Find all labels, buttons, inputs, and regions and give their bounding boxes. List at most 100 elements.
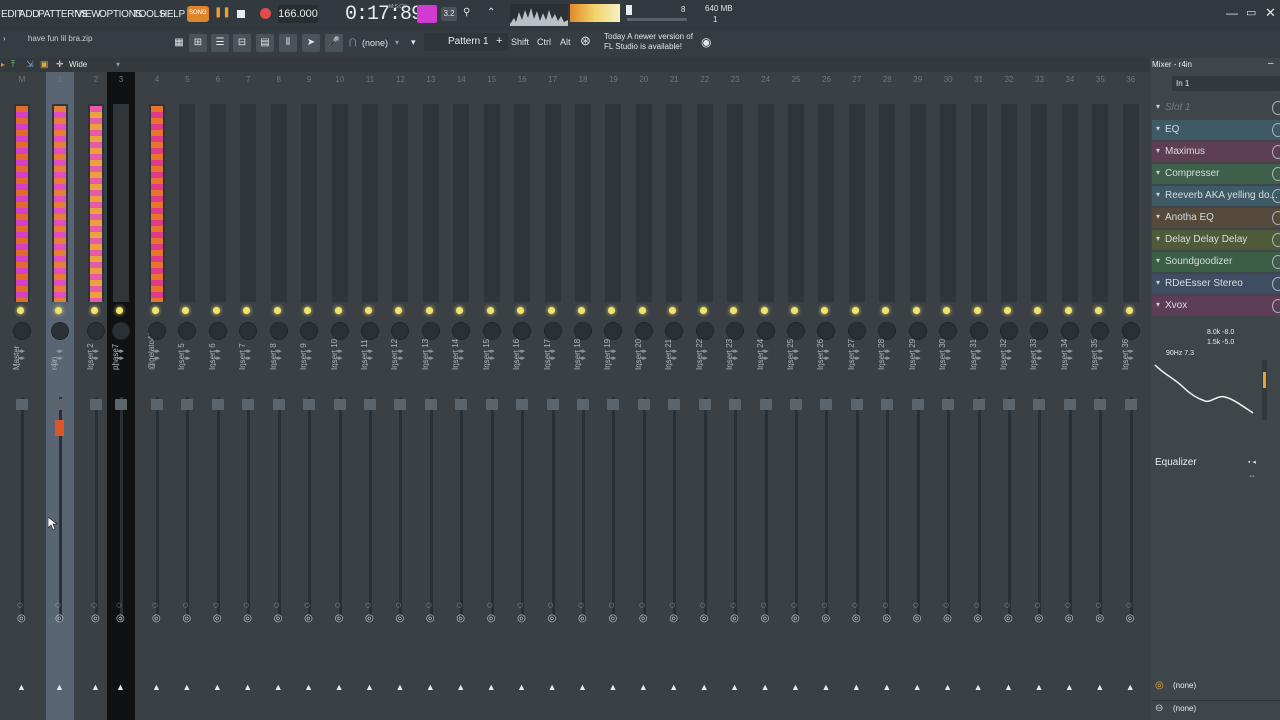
mixer-strip[interactable]: 20 Insert 20 ◂▸ ◂▸ • ◌ ◎ ▲	[630, 72, 658, 720]
route-icon[interactable]: ◌	[517, 600, 523, 611]
stereo-sep-icon[interactable]: ◂▸ ◂▸ •	[670, 348, 677, 369]
menu-help[interactable]: HELP	[160, 9, 185, 20]
send-arrow-icon[interactable]: ▲	[1034, 682, 1043, 692]
tool-icon-a[interactable]: ▦	[170, 34, 188, 52]
playlist-icon[interactable]: ⊞	[189, 34, 207, 52]
fader-track[interactable]	[916, 397, 920, 622]
fader-handle[interactable]	[820, 399, 833, 410]
mixer-strip[interactable]: M Master ◂▸ ◂▸ • ◌ ◎ ▲	[8, 72, 36, 720]
stereo-sep-icon[interactable]: ◂▸ ◂▸ •	[488, 348, 495, 369]
mixer-strip[interactable]: 24 Insert 24 ◂▸ ◂▸ • ◌ ◎ ▲	[752, 72, 780, 720]
stereo-sep-icon[interactable]: ◂▸ ◂▸ •	[214, 348, 221, 369]
send-arrow-icon[interactable]: ▲	[395, 682, 404, 692]
mixer-strip[interactable]: 26 Insert 26 ◂▸ ◂▸ • ◌ ◎ ▲	[812, 72, 840, 720]
fader-track[interactable]	[186, 397, 190, 622]
fx-icon[interactable]: ◎	[335, 613, 344, 624]
mixer-strip[interactable]: 9 Insert 9 ◂▸ ◂▸ • ◌ ◎ ▲	[295, 72, 323, 720]
stereo-sep-icon[interactable]: ◂▸ ◂▸ •	[579, 348, 586, 369]
fader-track[interactable]	[490, 397, 494, 622]
mixer-strip[interactable]: 19 Insert 19 ◂▸ ◂▸ • ◌ ◎ ▲	[599, 72, 627, 720]
stereo-sep-icon[interactable]: ◂▸ ◂▸ •	[609, 348, 616, 369]
route-icon[interactable]: ◌	[943, 600, 949, 611]
slot-menu-icon[interactable]: ▾	[1156, 300, 1160, 309]
mute-led[interactable]	[1095, 307, 1103, 314]
stereo-sep-icon[interactable]: ◂▸ ◂▸ •	[336, 348, 343, 369]
fx-icon[interactable]: ◎	[1126, 613, 1135, 624]
route-icon[interactable]: ◌	[974, 600, 980, 611]
mute-led[interactable]	[273, 307, 281, 314]
fader-handle[interactable]	[881, 399, 894, 410]
pan-knob[interactable]	[787, 322, 806, 340]
route-icon[interactable]: ◌	[365, 600, 371, 611]
fader-handle[interactable]	[729, 399, 742, 410]
pan-knob[interactable]	[1121, 322, 1140, 340]
mute-led[interactable]	[760, 307, 768, 314]
mute-led[interactable]	[517, 307, 525, 314]
stereo-sep-icon[interactable]: ◂▸ ◂▸ •	[18, 348, 25, 369]
menu-view[interactable]: VIEW	[76, 9, 101, 20]
fx-icon[interactable]: ◎	[761, 613, 770, 624]
fader-handle[interactable]	[242, 399, 255, 410]
pan-knob[interactable]	[269, 322, 288, 340]
mixer-strip[interactable]: 32 Insert 32 ◂▸ ◂▸ • ◌ ◎ ▲	[995, 72, 1023, 720]
pan-knob[interactable]	[695, 322, 714, 340]
send-arrow-icon[interactable]: ▲	[456, 682, 465, 692]
stereo-sep-icon[interactable]: ◂▸ ◂▸ •	[1066, 348, 1073, 369]
mute-led[interactable]	[152, 307, 159, 314]
stereo-sep-icon[interactable]: ◂▸ ◂▸ •	[183, 348, 190, 369]
route-icon[interactable]: ◌	[578, 600, 584, 611]
mute-led[interactable]	[116, 307, 123, 314]
route-icon[interactable]: ◌	[274, 600, 280, 611]
mixer-strip[interactable]: 30 Insert 30 ◂▸ ◂▸ • ◌ ◎ ▲	[934, 72, 962, 720]
mute-led[interactable]	[182, 307, 190, 314]
stereo-sep-icon[interactable]: ◂▸ ◂▸ •	[1005, 348, 1012, 369]
pan-knob[interactable]	[513, 322, 532, 340]
mute-led[interactable]	[882, 307, 890, 314]
pan-knob[interactable]	[939, 322, 958, 340]
stereo-sep-icon[interactable]: ◂▸ ◂▸ •	[1127, 348, 1134, 369]
route-icon[interactable]: ◌	[304, 600, 310, 611]
route-icon[interactable]: ◌	[791, 600, 797, 611]
fx-icon[interactable]: ◎	[1095, 613, 1104, 624]
fx-icon[interactable]: ◎	[639, 613, 648, 624]
pattern-song-toggle[interactable]	[417, 5, 437, 23]
fader-track[interactable]	[1038, 397, 1042, 622]
mixer-strip[interactable]: 34 Insert 34 ◂▸ ◂▸ • ◌ ◎ ▲	[1056, 72, 1084, 720]
send-arrow-icon[interactable]: ▲	[365, 682, 374, 692]
fader-handle[interactable]	[181, 399, 194, 410]
mixer-strip[interactable]: 4 @gelato43 ◂▸ ◂▸ • ◌ ◎ ▲	[143, 72, 171, 720]
mixer-strip[interactable]: 18 Insert 18 ◂▸ ◂▸ • ◌ ◎ ▲	[569, 72, 597, 720]
fx-icon[interactable]: ◎	[365, 613, 374, 624]
fx-icon[interactable]: ◎	[213, 613, 222, 624]
send-arrow-icon[interactable]: ▲	[274, 682, 283, 692]
stereo-sep-icon[interactable]: ◂▸ ◂▸ •	[427, 348, 434, 369]
fx-icon[interactable]: ◎	[243, 613, 252, 624]
shift-key-toggle[interactable]: Shift	[511, 37, 529, 47]
route-icon[interactable]: ◌	[821, 600, 827, 611]
song-mode-button[interactable]: SONG	[187, 6, 209, 22]
fader-track[interactable]	[855, 397, 859, 622]
step-edit-icon[interactable]: 3.2	[441, 7, 457, 21]
fx-icon[interactable]: ◎	[943, 613, 952, 624]
mute-led[interactable]	[486, 307, 494, 314]
mute-led[interactable]	[365, 307, 372, 314]
send-arrow-icon[interactable]: ▲	[1095, 682, 1104, 692]
mixer-strip[interactable]: 13 Insert 13 ◂▸ ◂▸ • ◌ ◎ ▲	[417, 72, 445, 720]
send-arrow-icon[interactable]: ▲	[304, 682, 313, 692]
stereo-sep-icon[interactable]: ◂▸ ◂▸ •	[117, 348, 124, 369]
send-arrow-icon[interactable]: ▲	[639, 682, 648, 692]
route-icon[interactable]: ◌	[852, 600, 858, 611]
fader-handle[interactable]	[850, 399, 863, 410]
route-icon[interactable]: ◌	[152, 600, 158, 611]
stereo-sep-icon[interactable]: ◂▸ ◂▸ •	[762, 348, 769, 369]
plugin-picker-icon[interactable]: ➤	[302, 34, 320, 52]
stereo-sep-icon[interactable]: ◂▸ ◂▸ •	[153, 348, 160, 369]
fader-track[interactable]	[156, 397, 159, 622]
fx-icon[interactable]: ◎	[791, 613, 800, 624]
panel-minimize-icon[interactable]: –	[1268, 58, 1274, 69]
stereo-sep-icon[interactable]: ◂▸ ◂▸ •	[366, 348, 373, 369]
fader-handle[interactable]	[333, 399, 346, 410]
mixer-view-chevron-down-icon[interactable]: ▾	[116, 60, 120, 69]
pan-knob[interactable]	[421, 322, 440, 340]
stop-icon[interactable]	[237, 10, 245, 18]
